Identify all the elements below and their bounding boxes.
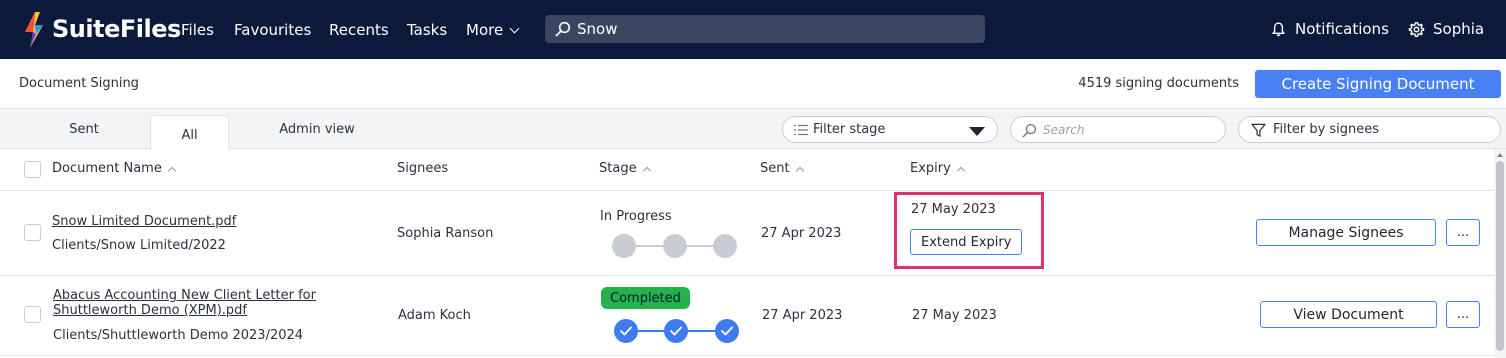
row-more-button[interactable]: ... bbox=[1446, 301, 1480, 328]
table-row: Abacus Accounting New Client Letter for … bbox=[0, 276, 1494, 356]
global-search[interactable] bbox=[545, 15, 985, 43]
view-document-button[interactable]: View Document bbox=[1260, 301, 1437, 328]
document-link[interactable]: Abacus Accounting New Client Letter for … bbox=[53, 288, 316, 318]
user-name: Sophia bbox=[1433, 20, 1485, 38]
sort-caret-icon bbox=[167, 166, 177, 175]
filter-stage-label: Filter stage bbox=[813, 122, 886, 137]
tab-admin-view[interactable]: Admin view bbox=[262, 109, 372, 149]
tab-sent[interactable]: Sent bbox=[34, 109, 134, 149]
stage-step-dot bbox=[715, 319, 739, 343]
stage-step-dot bbox=[614, 319, 638, 343]
stage-step-dot bbox=[612, 234, 636, 258]
table-scrollbar[interactable] bbox=[1494, 149, 1506, 358]
filter-by-signees[interactable]: Filter by signees bbox=[1238, 116, 1501, 143]
signee-name: Adam Koch bbox=[398, 308, 471, 323]
nav-tasks[interactable]: Tasks bbox=[407, 21, 447, 39]
chevron-down-icon bbox=[509, 23, 520, 34]
sort-caret-icon bbox=[956, 166, 966, 175]
document-count: 4519 signing documents bbox=[1078, 76, 1239, 91]
column-stage-label: Stage bbox=[599, 161, 637, 176]
select-all-checkbox[interactable] bbox=[24, 161, 41, 178]
stage-step-dot bbox=[664, 319, 688, 343]
gear-icon bbox=[1408, 21, 1425, 37]
document-path: Clients/Shuttleworth Demo 2023/2024 bbox=[53, 328, 304, 343]
scrollbar-thumb[interactable] bbox=[1496, 161, 1504, 351]
document-search[interactable] bbox=[1010, 116, 1226, 143]
scroll-up-arrow-icon[interactable] bbox=[1497, 153, 1503, 157]
nav-more[interactable]: More bbox=[466, 21, 520, 39]
search-icon bbox=[555, 21, 571, 37]
search-icon bbox=[1022, 123, 1037, 138]
filter-by-signees-label: Filter by signees bbox=[1273, 122, 1380, 137]
tabs-and-filters: Sent All Admin view Filter stage Filter … bbox=[0, 109, 1506, 156]
document-path: Clients/Snow Limited/2022 bbox=[52, 238, 226, 253]
column-document-name[interactable]: Document Name bbox=[52, 161, 177, 176]
document-link-line1: Abacus Accounting New Client Letter for bbox=[53, 288, 316, 303]
nav-recents[interactable]: Recents bbox=[329, 21, 389, 39]
notifications-label: Notifications bbox=[1295, 20, 1389, 38]
sent-date: 27 Apr 2023 bbox=[761, 226, 842, 241]
document-link[interactable]: Snow Limited Document.pdf bbox=[52, 214, 236, 229]
column-expiry-label: Expiry bbox=[910, 161, 951, 176]
document-link-line2: Shuttleworth Demo (XPM).pdf bbox=[53, 303, 248, 318]
row-checkbox[interactable] bbox=[24, 224, 41, 241]
sort-caret-icon bbox=[795, 166, 804, 175]
document-search-input[interactable] bbox=[1043, 121, 1213, 139]
extend-expiry-button[interactable]: Extend Expiry bbox=[910, 229, 1023, 255]
table-header: Document Name Signees Stage Sent Expiry bbox=[0, 149, 1494, 191]
top-nav: SuiteFiles Files Favourites Recents Task… bbox=[0, 0, 1506, 59]
manage-signees-button[interactable]: Manage Signees bbox=[1256, 219, 1436, 246]
column-sent[interactable]: Sent bbox=[760, 161, 804, 176]
sent-date: 27 Apr 2023 bbox=[762, 308, 843, 323]
expiry-date: 27 May 2023 bbox=[911, 202, 996, 217]
user-menu[interactable]: Sophia bbox=[1408, 19, 1484, 39]
suitefiles-logo-icon[interactable] bbox=[22, 12, 46, 48]
sort-caret-icon bbox=[642, 166, 651, 175]
row-checkbox[interactable] bbox=[24, 306, 41, 323]
stage-step-dot bbox=[663, 234, 687, 258]
column-signees: Signees bbox=[397, 161, 448, 176]
nav-favourites[interactable]: Favourites bbox=[234, 21, 311, 39]
table-row: Snow Limited Document.pdf Clients/Snow L… bbox=[0, 191, 1494, 276]
nav-files[interactable]: Files bbox=[181, 21, 214, 39]
expiry-date: 27 May 2023 bbox=[912, 308, 997, 323]
column-sent-label: Sent bbox=[760, 161, 790, 176]
check-icon bbox=[721, 326, 733, 336]
page-title: Document Signing bbox=[19, 76, 139, 91]
brand-name[interactable]: SuiteFiles bbox=[52, 15, 181, 43]
global-search-input[interactable] bbox=[577, 18, 977, 40]
funnel-icon bbox=[1251, 123, 1266, 137]
filter-stage-select[interactable]: Filter stage bbox=[782, 116, 998, 143]
stage-step-dot bbox=[713, 234, 737, 258]
status-badge: Completed bbox=[601, 287, 690, 309]
list-filter-icon bbox=[794, 124, 808, 136]
row-more-button[interactable]: ... bbox=[1446, 219, 1480, 246]
dropdown-triangle-icon bbox=[969, 127, 985, 136]
column-stage[interactable]: Stage bbox=[599, 161, 651, 176]
column-expiry[interactable]: Expiry bbox=[910, 161, 966, 176]
page-header: Document Signing 4519 signing documents … bbox=[0, 59, 1506, 109]
bell-icon bbox=[1272, 22, 1285, 36]
column-signees-label: Signees bbox=[397, 161, 449, 176]
column-document-name-label: Document Name bbox=[52, 161, 162, 176]
check-icon bbox=[620, 326, 632, 336]
create-signing-document-button[interactable]: Create Signing Document bbox=[1255, 70, 1501, 98]
check-icon bbox=[670, 326, 682, 336]
signee-name: Sophia Ranson bbox=[397, 226, 494, 241]
stage-label: In Progress bbox=[600, 209, 672, 224]
nav-more-label: More bbox=[466, 21, 504, 39]
notifications-button[interactable]: Notifications bbox=[1272, 19, 1389, 39]
